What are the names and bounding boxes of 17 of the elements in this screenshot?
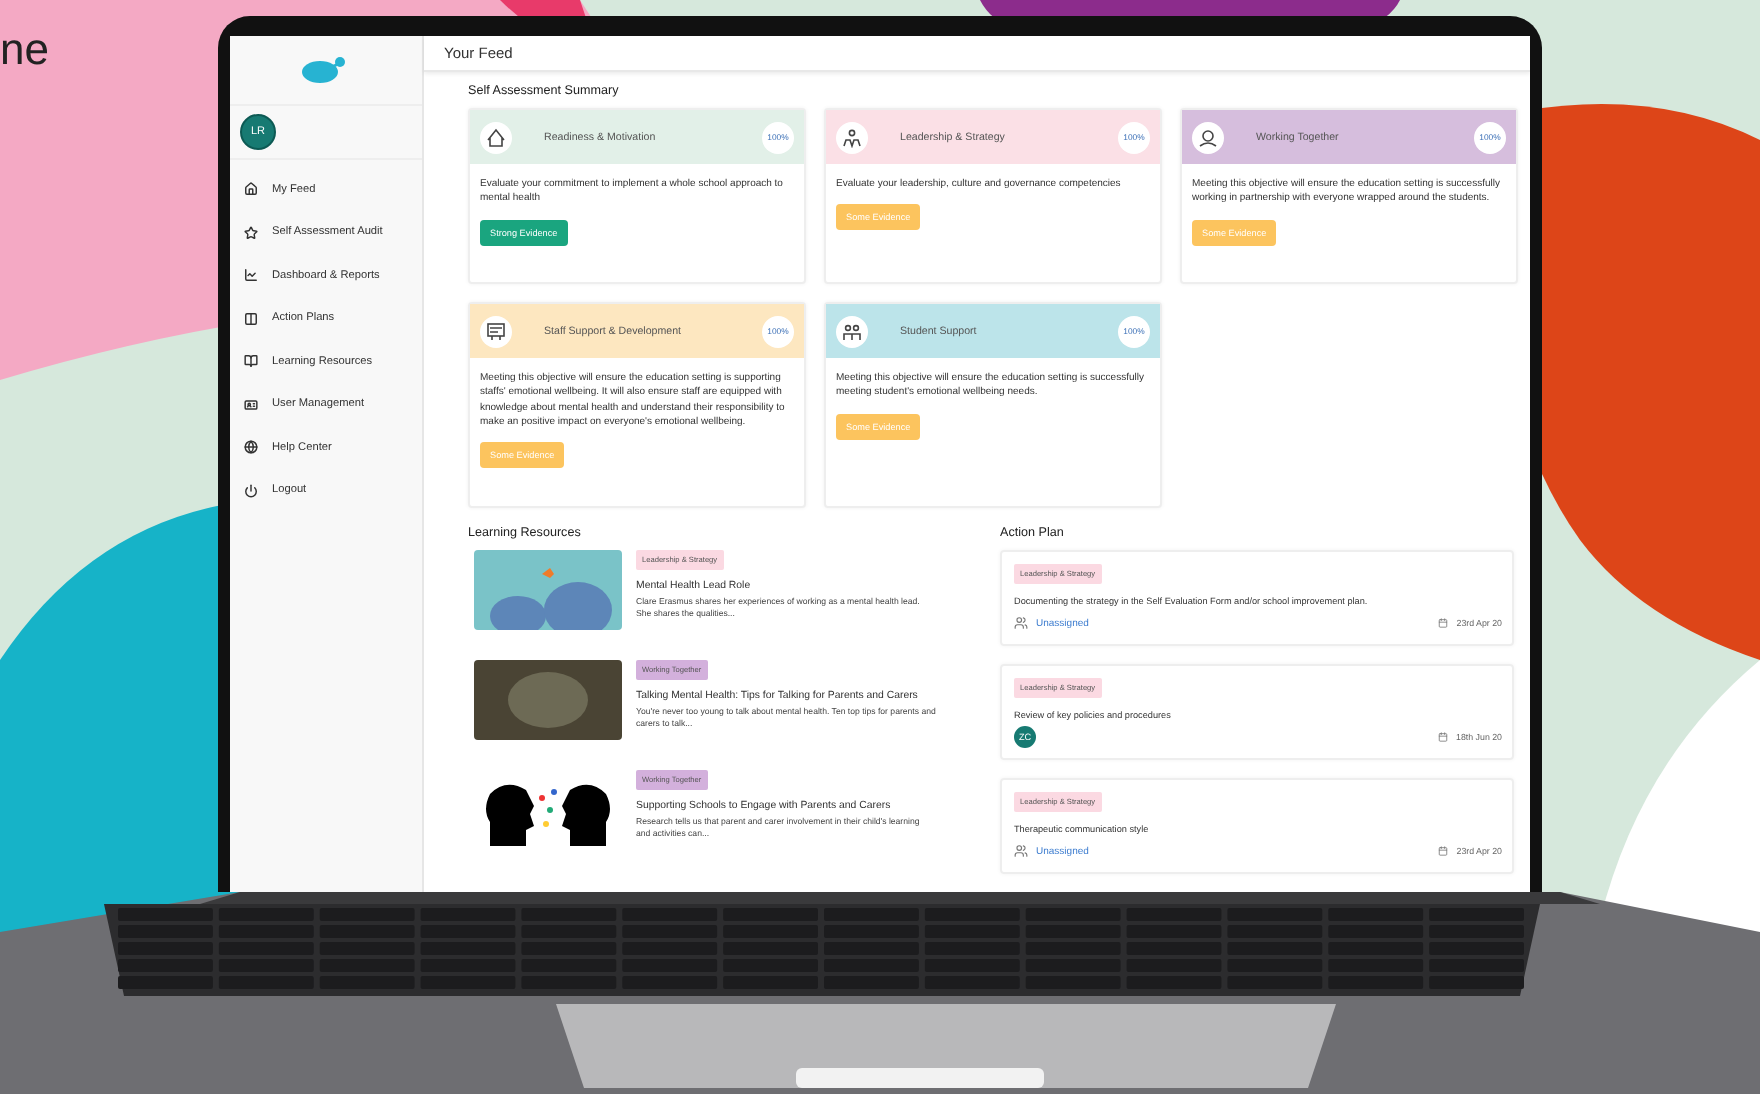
house-icon: [486, 127, 506, 147]
users-icon: [1014, 616, 1028, 630]
nav-icon: [244, 483, 258, 498]
nav-icon: [244, 268, 258, 283]
users-icon: [1014, 844, 1028, 858]
nav-icon: [244, 311, 258, 326]
students-icon: [842, 321, 862, 341]
nav-icon: [244, 182, 258, 197]
nav-icon: [244, 440, 258, 455]
nav-icon: [244, 354, 258, 369]
calendar-icon: [1438, 846, 1449, 856]
nav-icon: [244, 225, 258, 240]
headline-fragment: ne: [0, 24, 49, 76]
calendar-icon: [1438, 618, 1449, 628]
board-icon: [486, 321, 506, 341]
nav-icon: [244, 397, 258, 412]
calendar-icon: [1438, 732, 1449, 742]
